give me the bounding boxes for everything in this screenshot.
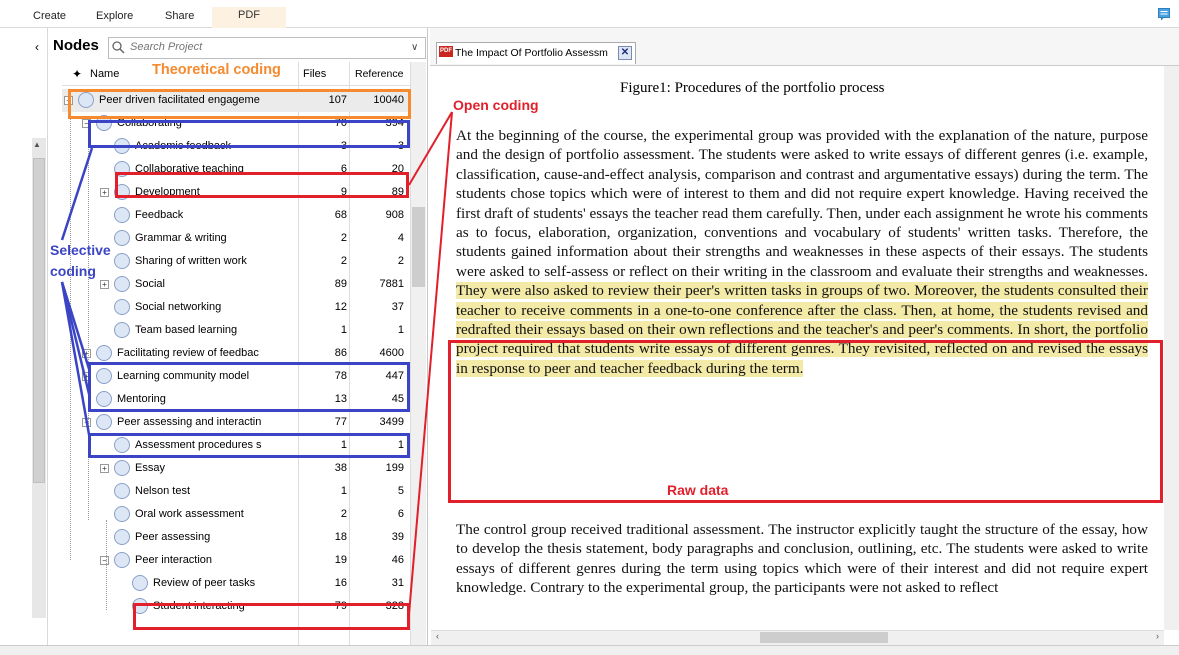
annotation-connector-lines bbox=[60, 111, 453, 615]
